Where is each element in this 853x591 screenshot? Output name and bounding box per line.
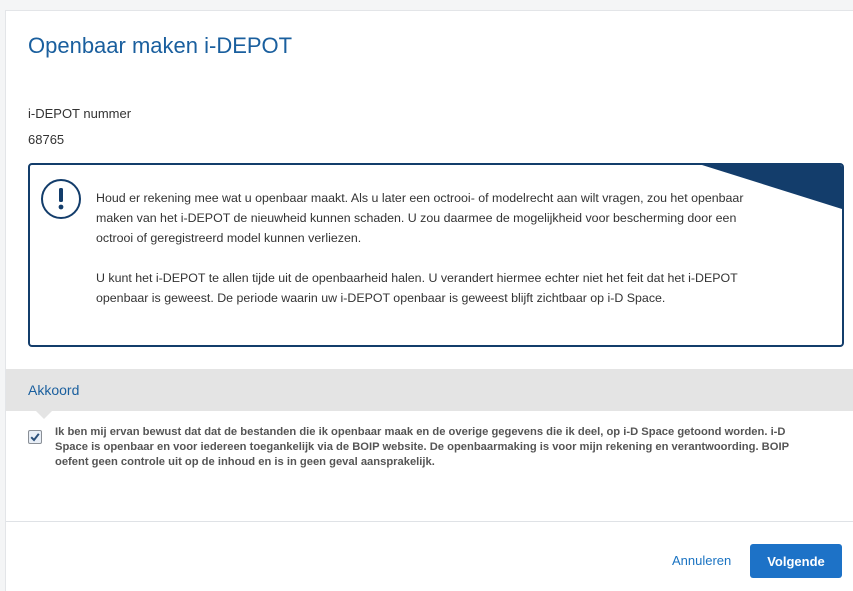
cancel-button[interactable]: Annuleren: [666, 546, 737, 576]
publish-dialog: Openbaar maken i-DEPOT i-DEPOT nummer 68…: [5, 10, 853, 591]
notice-text: Houd er rekening mee wat u openbaar maak…: [96, 188, 746, 308]
section-notch-decoration: [36, 411, 52, 419]
agreement-text: Ik ben mij ervan bewust dat dat de besta…: [55, 426, 789, 468]
notice-paragraph-2: U kunt het i-DEPOT te allen tijde uit de…: [96, 271, 738, 305]
checkmark-icon: [30, 433, 40, 442]
next-button[interactable]: Volgende: [750, 544, 842, 578]
exclamation-circle-icon: [41, 179, 81, 219]
agreement-section-title: Akkoord: [28, 382, 80, 398]
depot-number-value: 68765: [28, 132, 65, 147]
agreement-section-header: Akkoord: [6, 369, 853, 411]
dialog-title: Openbaar maken i-DEPOT: [28, 33, 293, 58]
footer-divider: [6, 521, 853, 522]
depot-number-label: i-DEPOT nummer: [28, 106, 132, 121]
agreement-checkbox[interactable]: [28, 430, 42, 444]
notice-paragraph-1: Houd er rekening mee wat u openbaar maak…: [96, 191, 744, 245]
warning-notice: Houd er rekening mee wat u openbaar maak…: [28, 163, 844, 347]
